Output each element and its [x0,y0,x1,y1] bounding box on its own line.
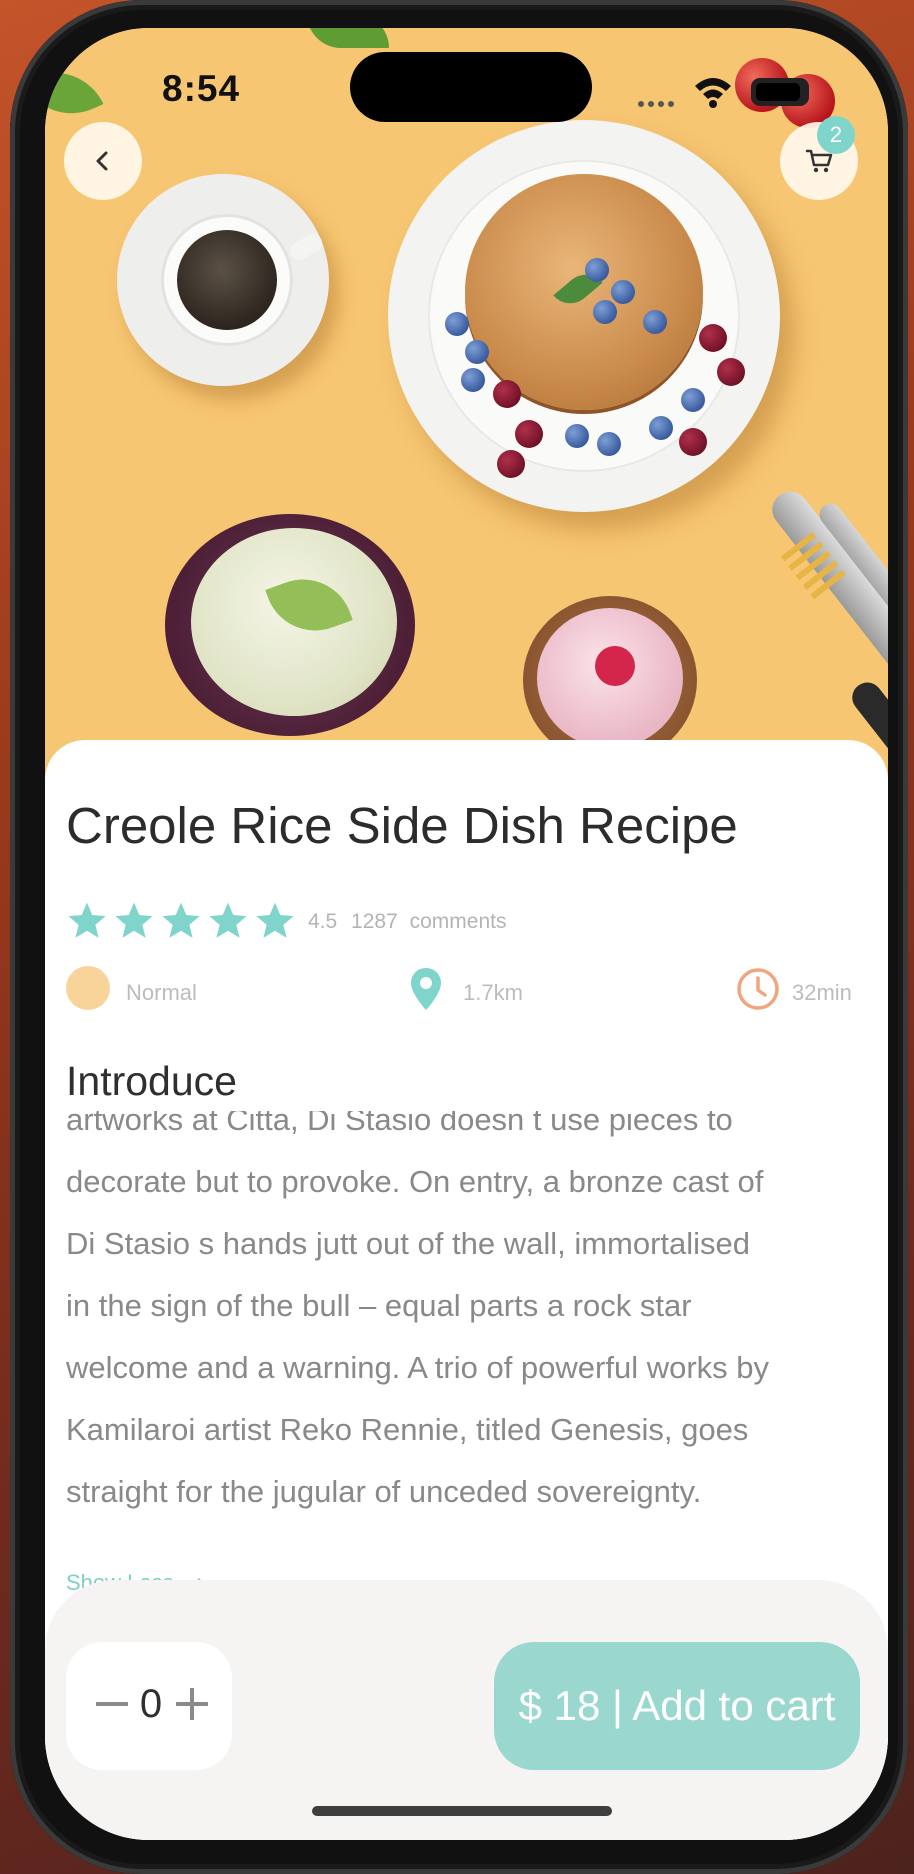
coffee [177,230,277,330]
screen: 8:54 2 Creole Rice Side Dish Recipe 4.5 … [45,28,888,1840]
raspberry [493,380,521,408]
blueberry [597,432,621,456]
blueberry [565,424,589,448]
phone-frame: 8:54 2 Creole Rice Side Dish Recipe 4.5 … [10,0,908,1874]
raspberry [717,358,745,386]
cellular-signal-icon [638,94,678,112]
status-time: 8:54 [162,68,241,109]
introduce-line: decorate but to provoke. On entry, a bro… [66,1164,764,1199]
blueberry [445,312,469,336]
status-bar: 8:54 [45,28,888,128]
raspberry [497,450,525,478]
raspberry-topping [595,646,635,686]
time-label: 32min [792,980,852,1005]
star-icon [162,902,200,938]
recipe-title: Creole Rice Side Dish Recipe [66,797,738,854]
introduce-line: straight for the jugular of unceded sove… [66,1474,702,1509]
blueberry [681,388,705,412]
comments-count: 1287 [351,910,398,933]
comments-label: comments [409,910,507,933]
introduce-line: in the sign of the bull – equal parts a … [66,1288,692,1323]
blueberry [643,310,667,334]
minus-icon [96,1702,128,1706]
rating-stars [66,900,301,942]
blueberry [611,280,635,304]
blueberry [461,368,485,392]
introduce-line: Di Stasio s hands jutt out of the wall, … [66,1226,751,1261]
quantity-value: 0 [139,1682,163,1726]
battery-icon [751,78,809,106]
add-to-cart-button[interactable]: $ 18 | Add to cart [494,1642,860,1770]
star-icon [68,902,106,938]
star-icon [256,902,294,938]
blueberry [585,258,609,282]
difficulty-label: Normal [126,980,197,1005]
location-pin-icon [411,968,441,1010]
distance-label: 1.7km [463,980,523,1005]
back-button[interactable] [64,122,142,200]
rating-value: 4.5 [308,910,338,933]
introduce-line: Kamilaroi artist Reko Rennie, titled Gen… [66,1412,749,1447]
difficulty-icon [66,966,110,1010]
increase-quantity-button[interactable] [176,1680,208,1728]
raspberry [679,428,707,456]
introduce-heading: Introduce [66,1058,237,1104]
blueberry [649,416,673,440]
introduce-line: welcome and a warning. A trio of powerfu… [66,1350,770,1385]
hero-image [45,28,888,788]
blueberry [465,340,489,364]
home-indicator[interactable] [312,1806,612,1816]
quantity-stepper: 0 [66,1642,232,1770]
decrease-quantity-button[interactable] [96,1680,128,1728]
star-icon [115,902,153,938]
clock-icon [737,968,779,1010]
introduce-line: artworks at Citta, Di Stasio doesn t use… [66,1111,733,1137]
wifi-icon [695,78,731,108]
star-icon [209,902,247,938]
cart-badge: 2 [817,116,855,154]
rating-summary: 4.5 1287 comments [308,910,506,934]
raspberry [699,324,727,352]
plus-icon [176,1688,208,1720]
introduce-text[interactable]: artworks at Citta, Di Stasio doesn t use… [66,1111,866,1531]
raspberry [515,420,543,448]
chevron-left-icon [96,151,108,171]
blueberry [593,300,617,324]
dynamic-island [350,52,592,122]
